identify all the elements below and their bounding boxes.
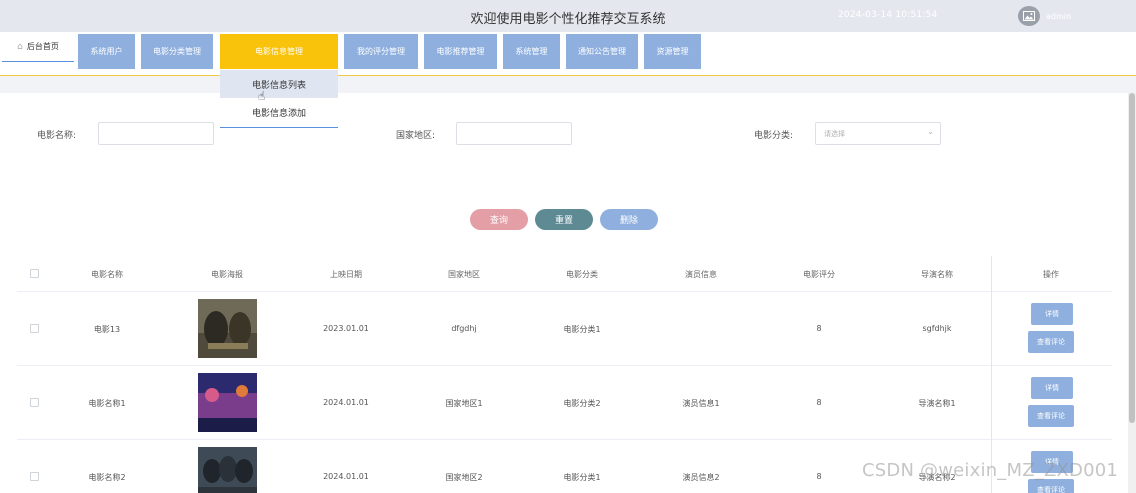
movie-poster: [198, 373, 257, 432]
title-bar: 欢迎使用电影个性化推荐交互系统 2024-03-14 10:51:54 admi…: [0, 0, 1136, 32]
cell-movie-name: 电影名称2: [88, 473, 126, 482]
avatar[interactable]: [1018, 6, 1040, 26]
nav-item-movie-categories[interactable]: 电影分类管理: [141, 34, 213, 69]
row-checkbox[interactable]: [30, 324, 39, 333]
col-country: 国家地区: [448, 270, 480, 279]
nav-item-notices[interactable]: 通知公告管理: [566, 34, 638, 69]
nav-item-movie-info[interactable]: 电影信息管理: [220, 34, 338, 69]
col-movie-name: 电影名称: [91, 270, 123, 279]
fixed-column-divider: [991, 256, 992, 493]
cell-director: sgfdhjk: [922, 324, 952, 333]
detail-button[interactable]: 详情: [1031, 303, 1073, 325]
col-score: 电影评分: [803, 270, 835, 279]
nav-home[interactable]: ⌂ 后台首页: [2, 32, 74, 62]
movie-name-input[interactable]: [98, 122, 214, 145]
system-title: 欢迎使用电影个性化推荐交互系统: [470, 12, 666, 27]
delete-button[interactable]: 删除: [600, 209, 658, 230]
category-select[interactable]: 请选择 ⌄: [815, 122, 941, 145]
cell-category: 电影分类1: [563, 473, 601, 482]
detail-button[interactable]: 详情: [1031, 377, 1073, 399]
image-icon: [1023, 11, 1035, 21]
cell-actors: 演员信息1: [682, 399, 720, 408]
col-release-date: 上映日期: [330, 270, 362, 279]
watermark: CSDN @weixin_MZ_ZXD001: [862, 460, 1119, 481]
nav-item-my-ratings[interactable]: 我的评分管理: [344, 34, 418, 69]
col-director: 导演名称: [921, 270, 953, 279]
select-all-checkbox[interactable]: [30, 269, 39, 278]
col-actions: 操作: [1043, 270, 1059, 279]
movie-poster: [198, 299, 257, 358]
table-header: 电影名称 电影海报 上映日期 国家地区 电影分类 演员信息 电影评分 导演名称 …: [17, 256, 1112, 292]
reset-button[interactable]: 重置: [535, 209, 593, 230]
cell-country: 国家地区2: [445, 473, 483, 482]
table-row: 电影13 2023.01.01 dfgdhj 电影分类1 8 sgfdhjk 详…: [17, 292, 1112, 366]
page-scrollbar[interactable]: [1128, 93, 1136, 493]
cell-release-date: 2023.01.01: [323, 324, 369, 333]
cell-country: dfgdhj: [451, 324, 477, 333]
cell-category: 电影分类1: [563, 325, 601, 334]
scrollbar-thumb[interactable]: [1129, 93, 1135, 423]
cell-release-date: 2024.01.01: [323, 472, 369, 481]
cell-director: 导演名称1: [918, 399, 956, 408]
dropdown-item-movie-list[interactable]: 电影信息列表: [220, 70, 338, 98]
dropdown-underline: [220, 127, 338, 128]
cell-actors: 演员信息2: [682, 473, 720, 482]
col-poster: 电影海报: [211, 270, 243, 279]
table-row: 电影名称1 2024.01.01 国家地区1 电影分类2 演员信息1 8 导演名…: [17, 366, 1112, 440]
row-checkbox[interactable]: [30, 398, 39, 407]
movie-name-label: 电影名称:: [37, 131, 77, 141]
cell-score: 8: [816, 472, 822, 481]
category-placeholder: 请选择: [824, 130, 845, 138]
nav-item-system[interactable]: 系统管理: [503, 34, 560, 69]
username[interactable]: admin: [1046, 12, 1071, 21]
search-button[interactable]: 查询: [470, 209, 528, 230]
movie-info-dropdown: 电影信息列表 电影信息添加: [220, 70, 338, 128]
country-input[interactable]: [456, 122, 572, 145]
view-comments-button[interactable]: 查看评论: [1028, 479, 1074, 493]
top-nav: ⌂ 后台首页 系统用户 电影分类管理 电影信息管理 我的评分管理 电影推荐管理 …: [0, 32, 1136, 76]
col-category: 电影分类: [566, 270, 598, 279]
home-icon: ⌂: [17, 41, 23, 52]
country-label: 国家地区:: [396, 131, 436, 141]
nav-home-label: 后台首页: [26, 42, 59, 51]
view-comments-button[interactable]: 查看评论: [1028, 405, 1074, 427]
cell-score: 8: [816, 324, 822, 333]
app-root: 欢迎使用电影个性化推荐交互系统 2024-03-14 10:51:54 admi…: [0, 0, 1136, 493]
cell-movie-name: 电影13: [93, 325, 121, 334]
category-label: 电影分类:: [754, 131, 794, 141]
cell-movie-name: 电影名称1: [88, 399, 126, 408]
row-checkbox[interactable]: [30, 472, 39, 481]
cell-score: 8: [816, 398, 822, 407]
chevron-down-icon: ⌄: [927, 127, 934, 136]
hand-cursor-icon: ☝: [258, 89, 266, 103]
nav-item-users[interactable]: 系统用户: [78, 34, 135, 69]
nav-item-recommendations[interactable]: 电影推荐管理: [424, 34, 497, 69]
view-comments-button[interactable]: 查看评论: [1028, 331, 1074, 353]
dropdown-item-movie-add[interactable]: 电影信息添加: [220, 98, 338, 126]
col-actors: 演员信息: [685, 270, 717, 279]
datetime-display: 2024-03-14 10:51:54: [838, 10, 938, 20]
cell-release-date: 2024.01.01: [323, 398, 369, 407]
cell-category: 电影分类2: [563, 399, 601, 408]
movie-poster: [198, 447, 257, 493]
nav-item-resources[interactable]: 资源管理: [644, 34, 701, 69]
cell-country: 国家地区1: [445, 399, 483, 408]
